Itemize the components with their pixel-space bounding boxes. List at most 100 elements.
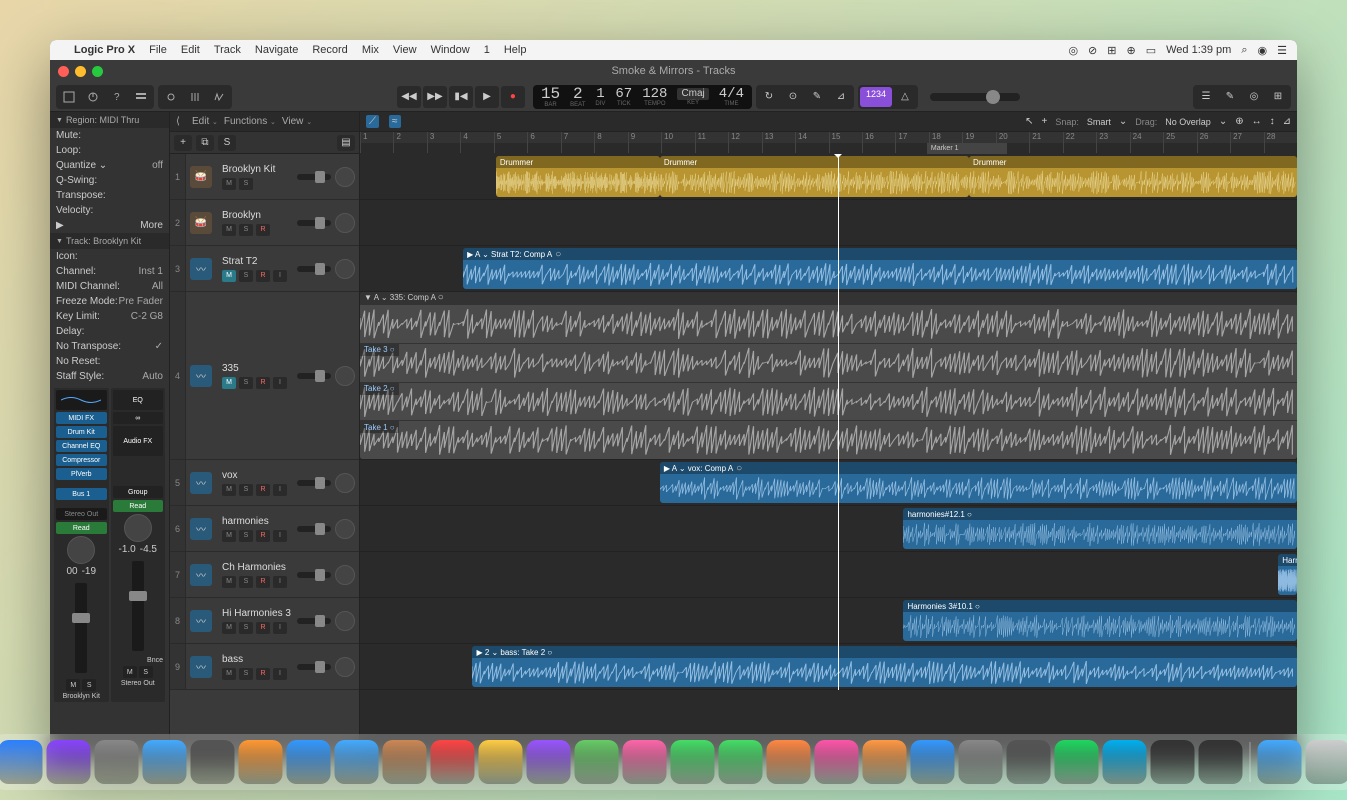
volume-fader[interactable] [75,583,87,673]
track-header[interactable]: 2 🥁 Brooklyn MSR [170,200,359,246]
dock-app-stock[interactable] [238,740,282,784]
arrange-lane[interactable]: ▶ 2 ⌄ bass: Take 2 ○ [360,644,1297,690]
track-i-button[interactable]: I [273,668,287,680]
dock-app-mix2[interactable] [1198,740,1242,784]
region[interactable]: Drummer [660,156,969,197]
mute-button[interactable]: M [123,666,137,678]
track-m-button[interactable]: M [222,576,236,588]
track-r-button[interactable]: R [256,270,270,282]
dock-app-finder[interactable] [0,740,42,784]
dock-app-quicktime[interactable] [1006,740,1050,784]
dock-app-mail[interactable] [334,740,378,784]
drag-value[interactable]: No Overlap [1165,117,1211,127]
track-s-button[interactable]: S [239,224,253,236]
send-slot[interactable]: Bus 1 [56,488,107,500]
dock-app-launchpad[interactable] [94,740,138,784]
menu-help[interactable]: Help [504,44,527,56]
quickhelp-button[interactable]: ? [106,87,128,107]
track-icon[interactable]: 〰 [190,564,212,586]
track-i-button[interactable]: I [273,530,287,542]
track-s-button[interactable]: S [239,530,253,542]
lcd-bar[interactable]: 15 [541,86,560,102]
track-i-button[interactable]: I [273,270,287,282]
inspector-row[interactable]: Staff Style:Auto [50,369,169,384]
take-header[interactable]: Take 3 ○ [360,344,399,356]
output-slot[interactable]: Stereo Out [56,508,107,520]
marquee-tool[interactable]: + [1042,116,1048,127]
zoom-tool-icon[interactable]: ⊕ [1235,116,1243,127]
dock-app-rocket[interactable] [190,740,234,784]
region[interactable]: ▶ A ⌄ Strat T2: Comp A ○ [463,248,1297,289]
menu-view[interactable]: View [393,44,417,56]
track-icon[interactable]: 〰 [190,610,212,632]
fx-slot[interactable]: PlVerb [56,468,107,480]
inspector-button[interactable] [82,87,104,107]
tracks-functions-menu[interactable]: Functions ⌄ [224,116,276,127]
dock-app-spotify[interactable] [1054,740,1098,784]
track-volume-slider[interactable] [297,174,331,180]
notepad-button[interactable]: ✎ [1219,87,1241,107]
back-icon[interactable]: ⟨ [176,116,186,127]
battery-icon[interactable]: ▭ [1146,44,1156,57]
track-icon[interactable]: 🥁 [190,212,212,234]
menu-record[interactable]: Record [312,44,347,56]
track-pan-knob[interactable] [335,366,355,386]
track-icon[interactable]: 〰 [190,656,212,678]
track-header[interactable]: 7 〰 Ch Harmonies MSRI [170,552,359,598]
inspector-row[interactable]: Delay: [50,324,169,339]
dock-app-reminders[interactable] [526,740,570,784]
track-s-button[interactable]: S [239,576,253,588]
inspector-row[interactable]: No Transpose:✓ [50,339,169,354]
lcd-tick[interactable]: 67 [615,87,632,101]
track-m-button[interactable]: M [222,377,236,389]
track-r-button[interactable]: R [256,668,270,680]
track-volume-slider[interactable] [297,373,331,379]
dock-app-trash[interactable] [1305,740,1347,784]
pan-knob[interactable] [124,514,152,542]
track-r-button[interactable]: R [256,377,270,389]
track-m-button[interactable]: M [222,484,236,496]
track-i-button[interactable]: I [273,576,287,588]
track-volume-slider[interactable] [297,220,331,226]
count-in-button[interactable]: 1234 [860,87,892,107]
minimize-button[interactable] [75,66,86,77]
track-pan-knob[interactable] [335,657,355,677]
bar-ruler[interactable]: Marker 1 1234567891011121314151617181920… [360,132,1297,154]
inspector-row[interactable]: Loop: [50,143,169,158]
inspector-row[interactable]: Mute: [50,128,169,143]
track-volume-slider[interactable] [297,266,331,272]
track-pan-knob[interactable] [335,167,355,187]
lcd-display[interactable]: 15BAR 2BEAT 1DIV 67TICK 128TEMPO CmajKEY… [533,85,752,109]
clock[interactable]: Wed 1:39 pm [1166,44,1231,56]
dock-app-safari[interactable] [286,740,330,784]
editors-button[interactable] [208,87,230,107]
lcd-div[interactable]: 1 [596,87,604,101]
toolbar-button[interactable] [130,87,152,107]
flex-icon[interactable]: ≈ [389,115,401,128]
hzoom-icon[interactable]: ↔ [1252,116,1262,127]
midifx-slot[interactable]: MIDI FX [56,412,107,424]
stop-button[interactable]: ▮◀ [449,86,473,108]
metronome-button[interactable]: △ [894,87,916,107]
track-header[interactable]: 6 〰 harmonies MSRI [170,506,359,552]
bounce-button[interactable]: Bnce [147,657,163,664]
playhead[interactable] [838,154,839,690]
track-header[interactable]: 4 〰 335 MSRI [170,292,359,460]
mixer-button[interactable] [184,87,206,107]
inspector-row[interactable]: Transpose: [50,188,169,203]
take-header[interactable]: Take 2 ○ [360,383,399,395]
wifi-icon[interactable]: ⊕ [1126,44,1135,57]
dock-app-ibooks[interactable] [862,740,906,784]
siri-icon[interactable]: ◉ [1258,44,1268,57]
app-menu[interactable]: Logic Pro X [74,44,135,56]
track-s-button[interactable]: S [239,270,253,282]
region[interactable]: Drummer [496,156,660,197]
spotlight-icon[interactable]: ⌕ [1241,44,1247,57]
autopunch-button[interactable]: ⊙ [782,87,804,107]
region[interactable]: Harmonies 3#10.1 ○ [903,600,1297,641]
track-icon[interactable]: 〰 [190,472,212,494]
arrange-lane[interactable] [360,200,1297,246]
automation-mode[interactable]: Read [113,500,164,512]
snap-value[interactable]: Smart [1087,117,1111,127]
dock-app-siri[interactable] [46,740,90,784]
